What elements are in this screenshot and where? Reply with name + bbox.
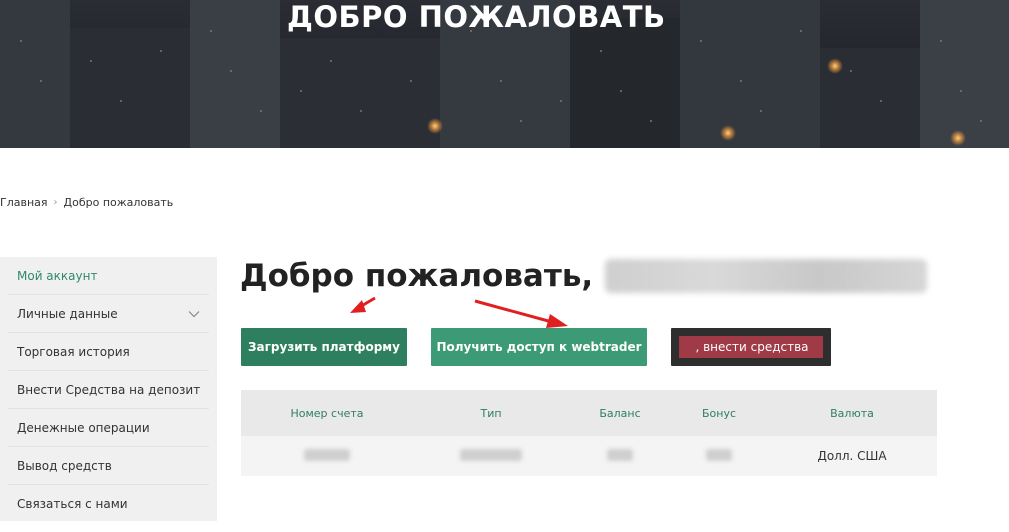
deposit-funds-label: , внести средства bbox=[679, 336, 823, 358]
light-glow bbox=[827, 58, 843, 74]
hero-window-light bbox=[600, 50, 602, 52]
column-header-currency: Валюта bbox=[830, 406, 874, 420]
cell-type bbox=[413, 448, 569, 464]
sidebar-item-personal-data[interactable]: Личные данные bbox=[8, 295, 209, 333]
light-glow bbox=[720, 125, 736, 141]
hero-window-light bbox=[650, 120, 652, 122]
column-header-account-number: Номер счета bbox=[290, 406, 364, 420]
hero-window-light bbox=[300, 90, 302, 92]
hero-window-light bbox=[230, 70, 232, 72]
chevron-right-icon: › bbox=[53, 197, 58, 208]
hero-window-light bbox=[560, 100, 562, 102]
column-header-type: Тип bbox=[480, 406, 502, 420]
hero-building bbox=[190, 0, 280, 148]
welcome-text: Добро пожаловать, bbox=[240, 258, 594, 294]
hero-building bbox=[680, 0, 820, 148]
sidebar-item-label: Мой аккаунт bbox=[17, 268, 98, 283]
hero-window-light bbox=[260, 110, 262, 112]
hero-window-light bbox=[700, 40, 702, 42]
hero-window-light bbox=[880, 100, 882, 102]
breadcrumb-home-link[interactable]: Главная bbox=[0, 196, 48, 209]
light-glow bbox=[950, 130, 966, 146]
cell-balance bbox=[569, 448, 671, 464]
redacted-value bbox=[607, 448, 633, 461]
redacted-value bbox=[706, 448, 732, 461]
download-platform-button[interactable]: Загрузить платформу bbox=[241, 328, 407, 366]
sidebar-item-money-operations[interactable]: Денежные операции bbox=[8, 409, 209, 447]
webtrader-access-label: Получить доступ к webtrader bbox=[436, 340, 642, 354]
hero-building bbox=[280, 38, 440, 148]
column-header-balance: Баланс bbox=[599, 406, 641, 420]
redacted-user-name bbox=[605, 259, 928, 293]
redacted-value bbox=[460, 448, 522, 461]
hero-window-light bbox=[620, 90, 622, 92]
hero-window-light bbox=[160, 50, 162, 52]
annotation-arrow bbox=[474, 299, 568, 328]
hero-building bbox=[570, 18, 680, 148]
hero-building bbox=[70, 28, 190, 148]
hero-window-light bbox=[330, 60, 332, 62]
breadcrumb: Главная › Добро пожаловать bbox=[0, 196, 173, 209]
cell-bonus bbox=[671, 448, 767, 464]
hero-banner: ДОБРО ПОЖАЛОВАТЬ bbox=[0, 0, 1009, 148]
sidebar-item-trade-history[interactable]: Торговая история bbox=[8, 333, 209, 371]
sidebar-item-withdrawal[interactable]: Вывод средств bbox=[8, 447, 209, 485]
hero-window-light bbox=[980, 120, 982, 122]
sidebar-item-label: Торговая история bbox=[17, 344, 130, 359]
breadcrumb-current: Добро пожаловать bbox=[63, 196, 174, 209]
annotation-arrow bbox=[350, 296, 376, 313]
webtrader-access-button[interactable]: Получить доступ к webtrader bbox=[431, 328, 647, 366]
hero-building bbox=[0, 0, 70, 148]
hero-window-light bbox=[940, 40, 942, 42]
hero-window-light bbox=[800, 30, 802, 32]
hero-window-light bbox=[360, 110, 362, 112]
redacted-value bbox=[304, 448, 350, 461]
light-glow bbox=[427, 118, 443, 134]
hero-window-light bbox=[740, 80, 742, 82]
sidebar-item-label: Связаться с нами bbox=[17, 497, 128, 511]
cell-account-number bbox=[241, 448, 413, 464]
sidebar-item-my-account[interactable]: Мой аккаунт bbox=[8, 257, 209, 295]
hero-window-light bbox=[210, 30, 212, 32]
sidebar-item-deposit[interactable]: Внести Средства на депозит bbox=[8, 371, 209, 409]
chevron-down-icon[interactable] bbox=[187, 307, 201, 321]
hero-window-light bbox=[760, 110, 762, 112]
deposit-funds-button[interactable]: , внести средства bbox=[671, 328, 831, 366]
account-sidebar: Мой аккаунт Личные данные Торговая истор… bbox=[0, 257, 217, 521]
cell-currency: Долл. США bbox=[817, 449, 887, 463]
column-header-bonus: Бонус bbox=[701, 406, 737, 420]
sidebar-item-label: Внести Средства на депозит bbox=[17, 382, 201, 397]
sidebar-item-label: Денежные операции bbox=[17, 420, 150, 435]
hero-window-light bbox=[520, 120, 522, 122]
table-header: Номер счета Тип Баланс Бонус Валюта bbox=[241, 390, 937, 436]
hero-window-light bbox=[410, 80, 412, 82]
sidebar-item-label: Личные данные bbox=[17, 306, 118, 321]
welcome-heading: Добро пожаловать, bbox=[240, 258, 928, 294]
hero-window-light bbox=[20, 40, 22, 42]
hero-window-light bbox=[500, 80, 502, 82]
accounts-table: Номер счета Тип Баланс Бонус Валюта Долл… bbox=[241, 390, 937, 476]
download-platform-label: Загрузить платформу bbox=[248, 340, 400, 354]
hero-window-light bbox=[960, 90, 962, 92]
table-row[interactable]: Долл. США bbox=[241, 436, 937, 476]
hero-building bbox=[920, 0, 1009, 148]
hero-title: ДОБРО ПОЖАЛОВАТЬ bbox=[287, 0, 666, 34]
hero-window-light bbox=[90, 60, 92, 62]
hero-window-light bbox=[120, 100, 122, 102]
hero-window-light bbox=[850, 70, 852, 72]
sidebar-item-contact-us[interactable]: Связаться с нами bbox=[8, 485, 209, 523]
hero-window-light bbox=[40, 80, 42, 82]
sidebar-item-label: Вывод средств bbox=[17, 458, 112, 473]
